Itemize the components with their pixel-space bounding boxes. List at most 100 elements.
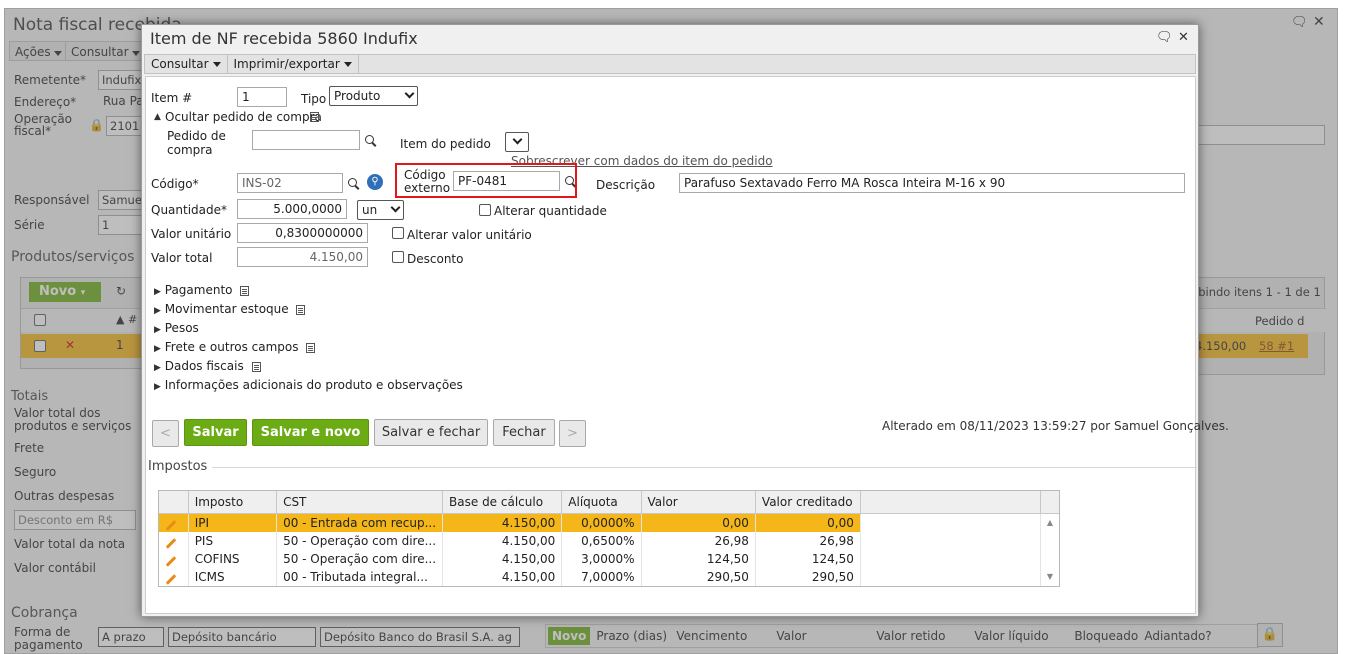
imprimir-menu[interactable]: Imprimir/exportar [228,55,359,73]
col-valor[interactable]: Valor [640,490,756,514]
search-icon[interactable] [365,135,377,147]
edit-row-cell[interactable] [158,513,189,532]
expand-triangle-icon: ▶ [154,325,161,335]
note-icon[interactable] [240,286,250,296]
tipo-select[interactable]: Produto [329,86,418,106]
note-icon[interactable] [310,112,319,122]
filler-cell [860,549,1041,568]
cst-cell: 50 - Operação com dire... [276,531,444,550]
scroll-track[interactable] [1040,531,1061,550]
item-dialog: Item de NF recebida 5860 Indufix 🗨 ✕ Con… [141,24,1229,617]
expand-triangle-icon: ▶ [154,344,161,354]
note-icon[interactable] [296,305,306,315]
section-pesos[interactable]: ▶ Pesos [154,321,199,335]
unidade-select[interactable]: un [357,200,404,220]
chevron-down-icon [404,88,415,99]
aliquota-cell: 7,0000% [561,567,642,586]
edit-row-cell[interactable] [158,531,189,550]
creditado-cell: 290,50 [755,567,861,586]
aliquota-cell: 0,0000% [561,513,642,532]
base-cell: 4.150,00 [442,567,563,586]
aliquota-cell: 0,6500% [561,531,642,550]
filler-cell [860,531,1041,550]
col-cst[interactable]: CST [276,490,444,514]
section-dados-fiscais[interactable]: ▶ Dados fiscais [154,359,261,373]
collapse-triangle-icon[interactable]: ▲ [154,112,161,122]
imposto-cell: COFINS [188,549,278,568]
pencil-icon[interactable] [165,519,176,531]
table-row[interactable]: IPI 00 - Entrada com recup... 4.150,00 0… [158,513,1061,532]
dialog-body: Item # 1 Tipo Produto ▲ Ocultar pedido d… [145,76,1229,614]
search-icon[interactable] [348,178,360,190]
scroll-up-icon[interactable]: ▲ [1040,513,1061,532]
cst-cell: 00 - Entrada com recup... [276,513,444,532]
table-row[interactable]: COFINS 50 - Operação com dire... 4.150,0… [158,549,1061,568]
next-button[interactable]: > [559,420,586,447]
pencil-icon[interactable] [165,573,176,585]
expand-triangle-icon: ▶ [154,382,161,392]
valor-total-label: Valor total [151,251,213,265]
key-icon[interactable]: ⚲ [367,174,383,190]
valor-cell: 124,50 [641,549,756,568]
note-icon[interactable] [306,343,316,353]
col-filler [859,490,1041,514]
expand-triangle-icon: ▶ [154,363,161,373]
section-informacoes-adicionais[interactable]: ▶ Informações adicionais do produto e ob… [154,378,463,392]
codigo-input[interactable]: INS-02 [237,173,343,193]
col-scroll [1039,490,1061,514]
fechar-button[interactable]: Fechar [493,419,555,446]
section-pagamento[interactable]: ▶ Pagamento [154,283,250,297]
scroll-track[interactable] [1040,549,1061,568]
pencil-icon[interactable] [165,555,176,567]
impostos-divider [212,467,1197,468]
base-cell: 4.150,00 [442,513,563,532]
col-valor-creditado[interactable]: Valor creditado [754,490,861,514]
close-icon[interactable]: ✕ [1178,30,1189,45]
item-pedido-select[interactable] [505,132,529,152]
item-number-input[interactable]: 1 [237,87,287,107]
descricao-input[interactable]: Parafuso Sextavado Ferro MA Rosca Inteir… [679,173,1185,193]
salvar-novo-button[interactable]: Salvar e novo [252,419,369,446]
cst-cell: 50 - Operação com dire... [276,549,444,568]
col-imposto[interactable]: Imposto [187,490,278,514]
codigo-label: Código* [151,177,199,191]
alterar-valor-unitario-label: Alterar valor unitário [407,228,532,242]
pedido-compra-input[interactable] [252,130,360,150]
section-frete[interactable]: ▶ Frete e outros campos [154,340,316,354]
alterar-quantidade-checkbox[interactable] [479,204,491,216]
quantidade-input[interactable]: 5.000,0000 [237,199,347,219]
impostos-title: Impostos [148,459,208,474]
table-row[interactable]: PIS 50 - Operação com dire... 4.150,00 0… [158,531,1061,550]
alterar-quantidade-label: Alterar quantidade [494,204,607,218]
quantidade-label: Quantidade* [151,203,228,217]
note-icon[interactable] [251,362,261,372]
alterar-valor-unitario-checkbox[interactable] [392,227,404,239]
desconto-checkbox[interactable] [392,251,404,263]
chevron-down-icon [512,134,523,145]
edit-row-cell[interactable] [158,549,189,568]
table-row[interactable]: ICMS 00 - Tributada integral... 4.150,00… [158,567,1061,586]
col-aliquota[interactable]: Alíquota [561,490,642,514]
ocultar-pedido-link[interactable]: Ocultar pedido de compra [165,110,322,124]
item-pedido-label: Item do pedido [400,137,491,151]
salvar-button[interactable]: Salvar [184,419,247,446]
pencil-icon[interactable] [165,537,176,549]
scroll-down-icon[interactable]: ▼ [1040,567,1061,586]
salvar-fechar-button[interactable]: Salvar e fechar [374,419,488,446]
edit-row-cell[interactable] [158,567,189,586]
valor-unitario-label: Valor unitário [151,227,232,241]
alterado-text: Alterado em 08/11/2023 13:59:27 por Samu… [882,419,1229,433]
col-base-calculo[interactable]: Base de cálculo [442,490,563,514]
section-movimentar-estoque[interactable]: ▶ Movimentar estoque [154,302,306,316]
tipo-label: Tipo [301,92,327,106]
expand-triangle-icon: ▶ [154,287,161,297]
valor-unitario-input[interactable]: 0,8300000000 [237,223,368,243]
pedido-compra-label: Pedido de compra [167,129,226,157]
previous-button[interactable]: < [152,420,179,447]
dialog-title: Item de NF recebida 5860 Indufix [150,29,418,48]
filler-cell [860,513,1041,532]
valor-total-input[interactable]: 4.150,00 [237,247,368,267]
valor-cell: 290,50 [641,567,756,586]
chat-icon[interactable]: 🗨 [1156,30,1173,45]
consultar-menu[interactable]: Consultar [145,55,228,73]
